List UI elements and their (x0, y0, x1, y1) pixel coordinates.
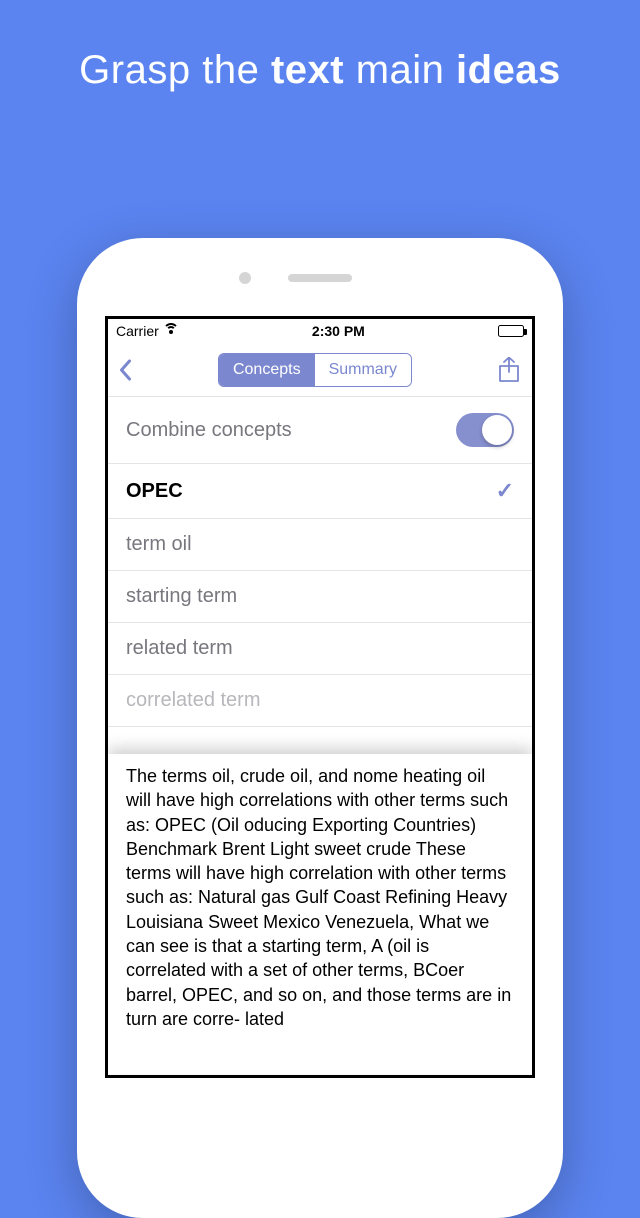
summary-panel[interactable]: The terms oil, crude oil, and nome heati… (108, 754, 532, 1074)
concept-item[interactable]: starting term (108, 571, 532, 623)
check-icon: ✓ (496, 478, 514, 504)
concept-label: starting term (126, 585, 237, 608)
battery-icon (498, 325, 524, 337)
status-time: 2:30 PM (312, 323, 365, 339)
concept-item[interactable]: OPEC ✓ (108, 464, 532, 519)
back-button[interactable] (118, 358, 132, 382)
nav-bar: Concepts Summary (108, 343, 532, 397)
concept-label: term oil (126, 533, 192, 556)
headline-part: main (344, 48, 456, 92)
concepts-list[interactable]: OPEC ✓ term oil starting term related te… (108, 464, 532, 754)
tab-concepts[interactable]: Concepts (219, 354, 315, 386)
combine-concepts-toggle[interactable] (456, 413, 514, 447)
headline-bold: text (271, 48, 344, 92)
carrier-label: Carrier (116, 323, 159, 339)
concept-item[interactable]: related term (108, 623, 532, 675)
concept-label: OPEC (126, 480, 183, 503)
segmented-control: Concepts Summary (218, 353, 412, 387)
summary-text: The terms oil, crude oil, and nome heati… (126, 766, 511, 1029)
share-button[interactable] (498, 357, 522, 383)
headline-part: Grasp the (79, 48, 271, 92)
wifi-icon (163, 325, 179, 337)
phone-screen: Carrier 2:30 PM Concepts Summary (105, 316, 535, 1078)
combine-concepts-label: Combine concepts (126, 419, 292, 442)
concept-item[interactable]: term oil (108, 519, 532, 571)
phone-mockup: Carrier 2:30 PM Concepts Summary (77, 238, 563, 1218)
combine-concepts-row: Combine concepts (108, 397, 532, 464)
concept-label: related term (126, 637, 233, 660)
concept-label: correlated term (126, 689, 261, 712)
concept-item[interactable]: correlated term (108, 675, 532, 727)
headline-bold: ideas (456, 48, 561, 92)
marketing-headline: Grasp the text main ideas (0, 0, 640, 93)
status-bar: Carrier 2:30 PM (108, 319, 532, 343)
tab-summary[interactable]: Summary (315, 354, 411, 386)
